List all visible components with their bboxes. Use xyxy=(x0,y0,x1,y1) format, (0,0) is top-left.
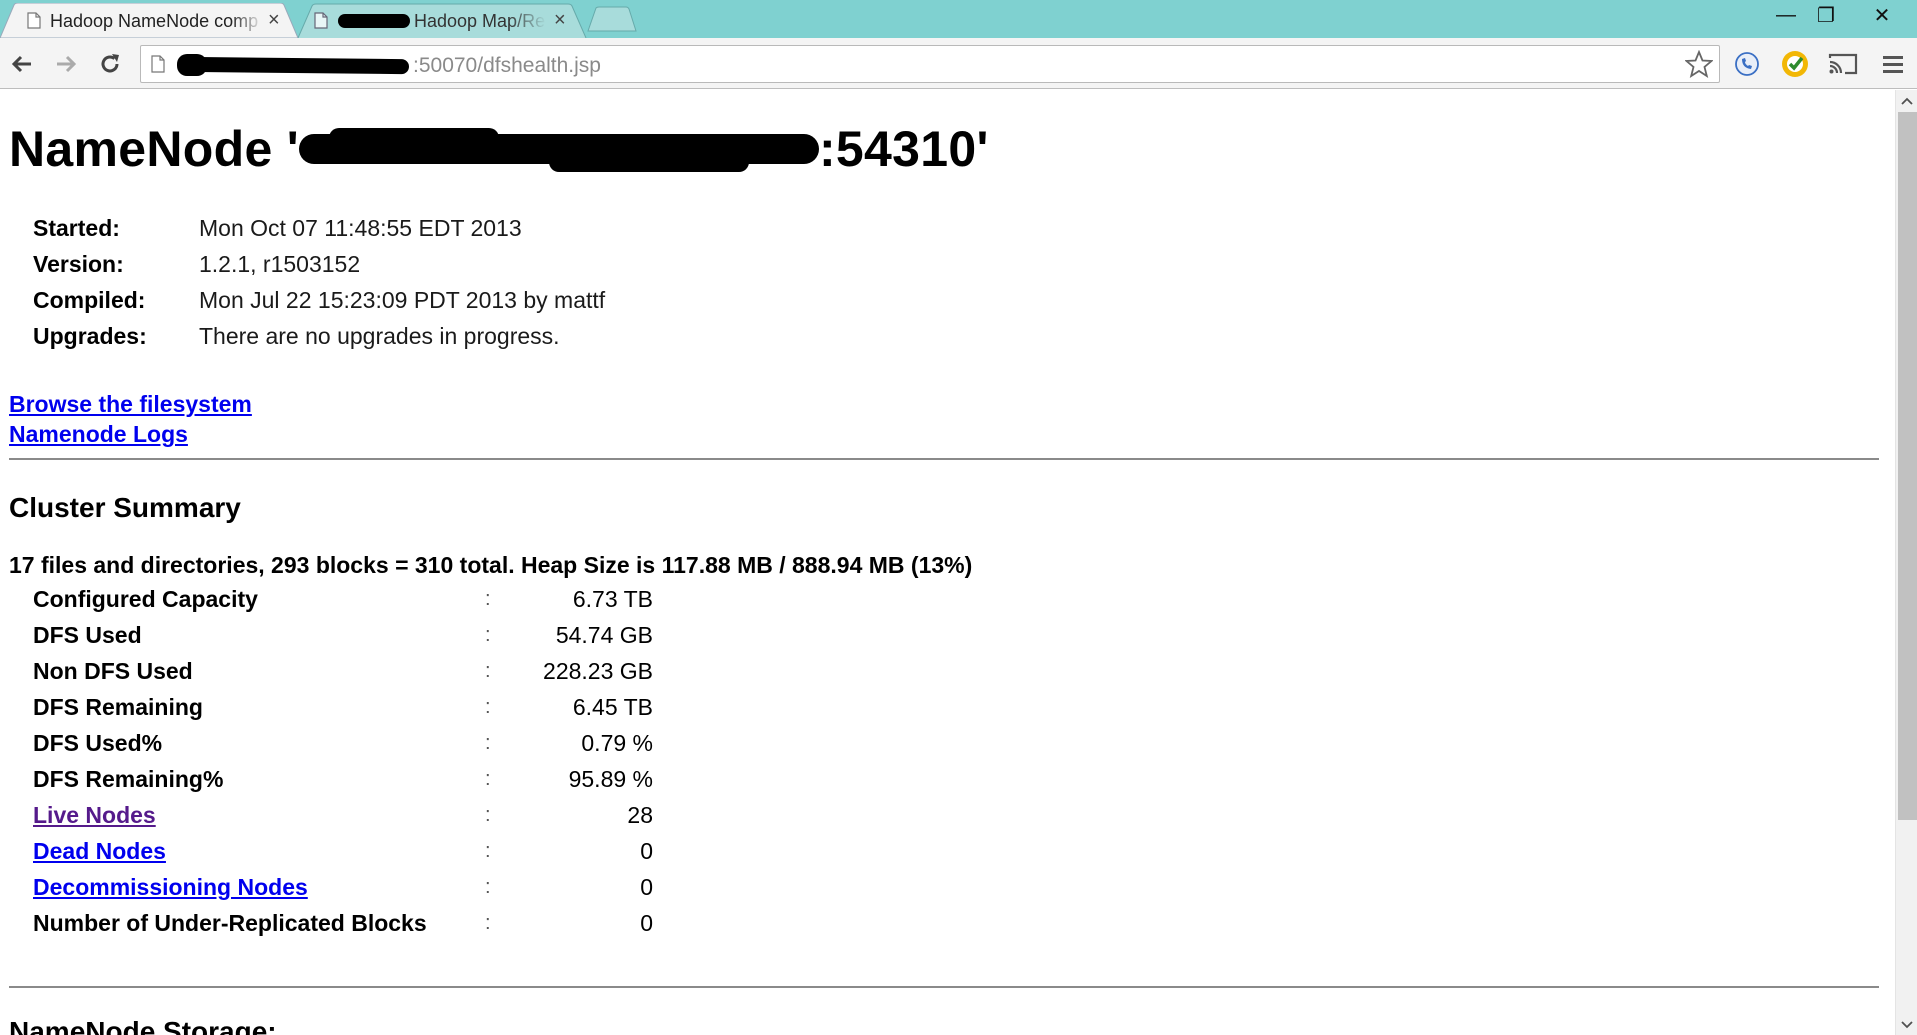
info-value: Mon Oct 07 11:48:55 EDT 2013 xyxy=(199,215,522,241)
page-icon xyxy=(314,12,328,29)
norton-extension-icon[interactable] xyxy=(1779,48,1811,80)
page-icon xyxy=(151,55,165,78)
row-label: DFS Used xyxy=(33,622,142,648)
tab-namenode[interactable]: Hadoop NameNode comp × xyxy=(0,3,300,38)
scroll-up-arrow-icon[interactable] xyxy=(1896,91,1917,111)
row-label: DFS Used% xyxy=(33,730,163,756)
row-value: 0 xyxy=(640,838,653,864)
tab-close-button[interactable]: × xyxy=(554,9,566,31)
info-label: Upgrades: xyxy=(33,323,147,349)
cast-icon[interactable] xyxy=(1827,48,1859,80)
redaction-mark xyxy=(178,56,410,75)
row-separator: : xyxy=(485,840,491,862)
page-title: NameNode ':54310' xyxy=(9,121,989,177)
minimize-button[interactable]: — xyxy=(1765,0,1807,30)
row-label: Number of Under-Replicated Blocks xyxy=(33,910,427,936)
dead-nodes-link[interactable]: Dead Nodes xyxy=(33,838,166,865)
tab-title: Hadoop NameNode comp xyxy=(50,11,259,31)
live-nodes-link[interactable]: Live Nodes xyxy=(33,802,156,829)
info-label: Compiled: xyxy=(33,287,146,313)
row-separator: : xyxy=(485,588,491,610)
row-value: 0 xyxy=(640,874,653,900)
browser-titlebar: Hadoop NameNode comp × Hadoop Map/Re × —… xyxy=(0,0,1917,38)
phone-extension-icon[interactable] xyxy=(1731,48,1763,80)
row-value: 95.89 % xyxy=(568,766,653,792)
table-row: DFS Used : 54.74 GB xyxy=(33,622,653,652)
info-label: Version: xyxy=(33,251,124,277)
table-row: Dead Nodes : 0 xyxy=(33,838,653,868)
new-tab-button[interactable] xyxy=(586,6,638,37)
row-label: DFS Remaining% xyxy=(33,766,224,792)
tab-close-button[interactable]: × xyxy=(268,9,280,31)
table-row: Number of Under-Replicated Blocks : 0 xyxy=(33,910,653,940)
address-bar[interactable]: :50070/dfshealth.jsp xyxy=(140,45,1720,83)
table-row: DFS Used% : 0.79 % xyxy=(33,730,653,760)
browse-filesystem-link[interactable]: Browse the filesystem xyxy=(9,389,252,419)
redaction-mark xyxy=(338,14,410,28)
page-viewport: NameNode ':54310' Started: Mon Oct 07 11… xyxy=(0,90,1895,1035)
namenode-storage-heading: NameNode Storage: xyxy=(9,1016,277,1035)
table-row: DFS Remaining : 6.45 TB xyxy=(33,694,653,724)
decommissioning-nodes-link[interactable]: Decommissioning Nodes xyxy=(33,874,308,901)
row-value: 6.73 TB xyxy=(572,586,653,612)
page-icon xyxy=(27,12,41,29)
divider xyxy=(9,458,1879,460)
row-label: DFS Remaining xyxy=(33,694,203,720)
info-value: 1.2.1, r1503152 xyxy=(199,251,361,277)
row-separator: : xyxy=(485,876,491,898)
divider xyxy=(9,986,1879,988)
table-row: DFS Remaining% : 95.89 % xyxy=(33,766,653,796)
back-button[interactable] xyxy=(8,50,36,78)
row-label: Non DFS Used xyxy=(33,658,193,684)
row-value: 228.23 GB xyxy=(543,658,653,684)
info-label: Started: xyxy=(33,215,120,241)
reload-icon xyxy=(101,54,119,73)
row-separator: : xyxy=(485,912,491,934)
row-value: 0.79 % xyxy=(581,730,653,756)
table-row: Configured Capacity : 6.73 TB xyxy=(33,586,653,616)
bookmark-star-icon[interactable] xyxy=(1684,49,1714,83)
page-links: Browse the filesystem Namenode Logs xyxy=(9,389,252,449)
close-window-button[interactable]: ✕ xyxy=(1857,0,1907,30)
redaction-mark xyxy=(298,126,819,172)
namenode-logs-link[interactable]: Namenode Logs xyxy=(9,419,252,449)
reload-button[interactable] xyxy=(96,50,124,78)
row-value: 28 xyxy=(627,802,653,828)
row-separator: : xyxy=(485,768,491,790)
row-value: 0 xyxy=(640,910,653,936)
row-value: 6.45 TB xyxy=(572,694,653,720)
forward-arrow-icon xyxy=(57,55,77,73)
menu-icon[interactable] xyxy=(1877,48,1909,80)
back-arrow-icon xyxy=(11,55,31,73)
forward-button[interactable] xyxy=(52,50,80,78)
info-value: Mon Jul 22 15:23:09 PDT 2013 by mattf xyxy=(199,287,606,313)
row-separator: : xyxy=(485,732,491,754)
row-separator: : xyxy=(485,624,491,646)
table-row: Decommissioning Nodes : 0 xyxy=(33,874,653,904)
vertical-scrollbar[interactable] xyxy=(1895,90,1917,1035)
cluster-summary-line: 17 files and directories, 293 blocks = 3… xyxy=(9,552,973,578)
row-separator: : xyxy=(485,804,491,826)
row-value: 54.74 GB xyxy=(555,622,653,648)
cluster-summary-heading: Cluster Summary xyxy=(9,492,241,523)
browser-toolbar: :50070/dfshealth.jsp xyxy=(0,38,1917,89)
row-separator: : xyxy=(485,696,491,718)
scroll-down-arrow-icon[interactable] xyxy=(1896,1015,1917,1035)
restore-button[interactable]: ❐ xyxy=(1805,0,1847,30)
scrollbar-thumb[interactable] xyxy=(1898,112,1917,820)
row-label: Configured Capacity xyxy=(33,586,258,612)
info-value: There are no upgrades in progress. xyxy=(199,323,560,349)
row-separator: : xyxy=(485,660,491,682)
tab-mapreduce[interactable]: Hadoop Map/Re × xyxy=(298,3,588,38)
table-row: Live Nodes : 28 xyxy=(33,802,653,832)
table-row: Non DFS Used : 228.23 GB xyxy=(33,658,653,688)
